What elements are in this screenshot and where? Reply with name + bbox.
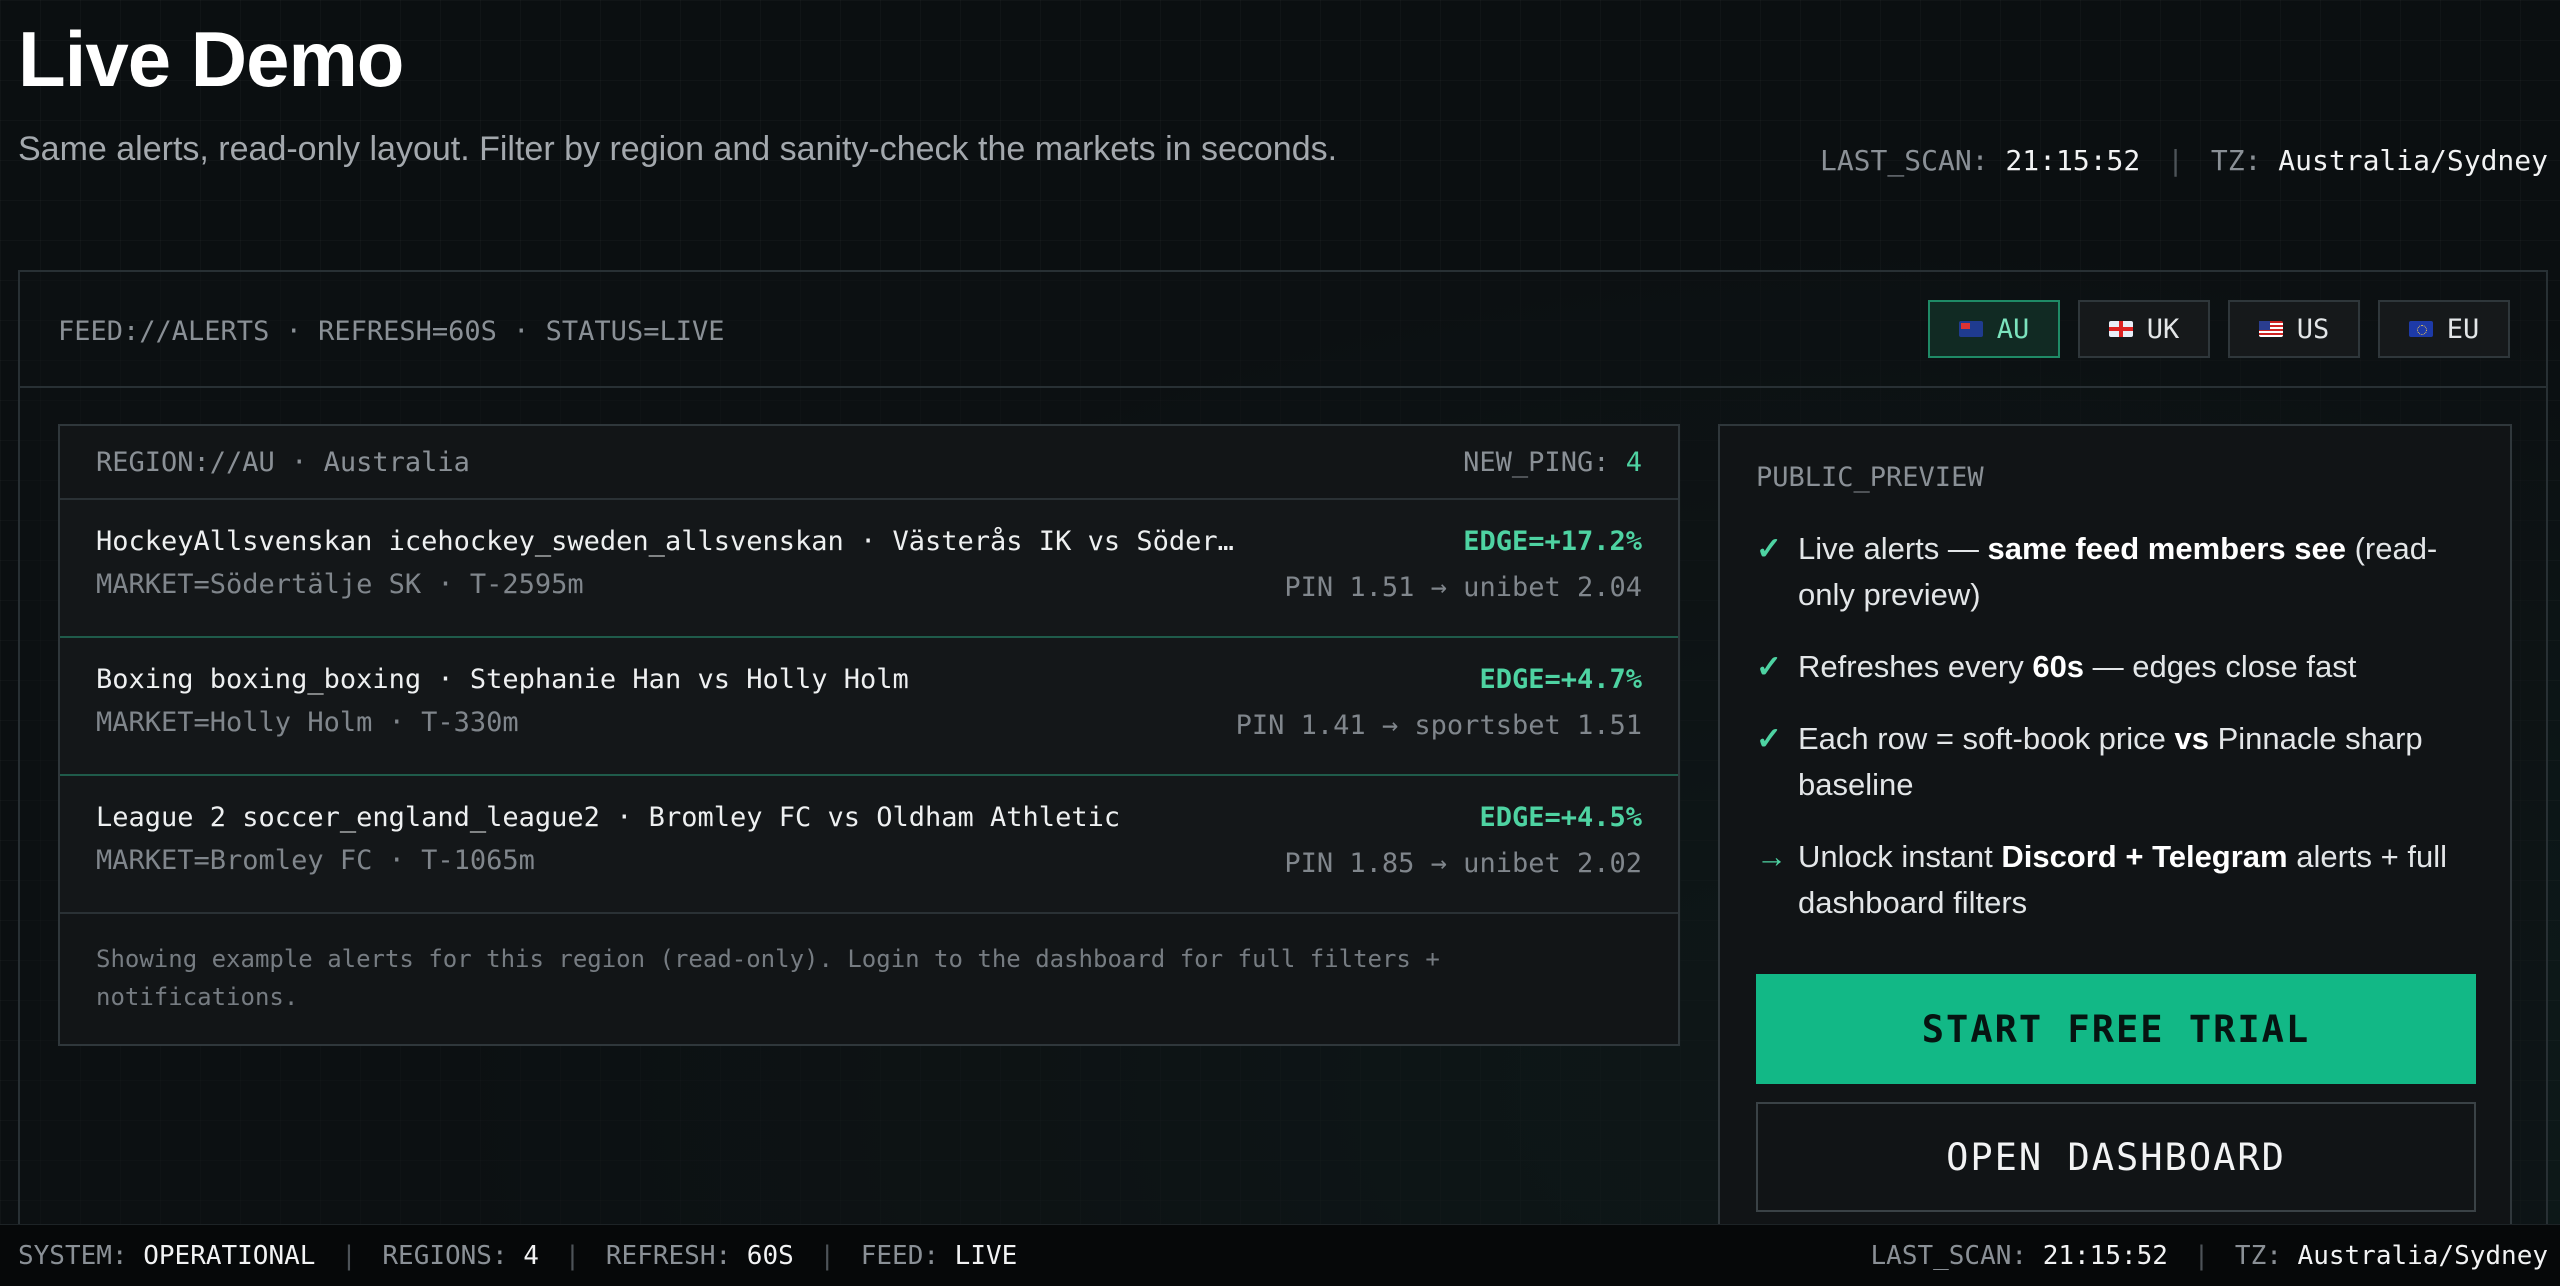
tab-label: AU — [1996, 313, 2030, 345]
start-free-trial-button[interactable]: START FREE TRIAL — [1756, 974, 2476, 1084]
tab-region-eu[interactable]: EU — [2378, 300, 2510, 358]
separator: | — [341, 1240, 357, 1271]
bullet-text: Live alerts — same feed members see (rea… — [1798, 531, 2438, 612]
check-icon: ✓ — [1756, 721, 1782, 756]
alert-edge: EDGE=+4.7% — [1479, 664, 1642, 695]
page-subtitle: Same alerts, read-only layout. Filter by… — [18, 130, 1338, 168]
tz-label: TZ: — [2210, 144, 2262, 177]
refresh-label: REFRESH: — [605, 1240, 732, 1271]
alert-edge: EDGE=+17.2% — [1463, 526, 1642, 557]
new-ping-label: NEW_PING: — [1463, 446, 1610, 478]
open-dashboard-button[interactable]: OPEN DASHBOARD — [1756, 1102, 2476, 1212]
bullet-text: Refreshes every 60s — edges close fast — [1798, 649, 2357, 684]
alerts-list-panel: REGION://AU · Australia NEW_PING: 4 Hock… — [58, 424, 1680, 1046]
region-label: REGION://AU · Australia — [96, 446, 470, 478]
tab-region-uk[interactable]: UK — [2078, 300, 2210, 358]
alert-title: Boxing boxing_boxing · Stephanie Han vs … — [96, 664, 909, 695]
tab-region-au[interactable]: AU — [1928, 300, 2060, 358]
bullet-text: Each row = soft-book price vs Pinnacle s… — [1798, 721, 2423, 802]
alert-price: PIN 1.85 → unibet 2.02 — [1284, 848, 1642, 879]
last-scan-value: 21:15:52 — [2005, 144, 2141, 177]
last-scan-readout: LAST_SCAN: 21:15:52 | TZ: Australia/Sydn… — [1820, 144, 2548, 177]
separator: | — [2193, 1240, 2210, 1271]
live-feed-panel: FEED://ALERTS · REFRESH=60S · STATUS=LIV… — [18, 270, 2548, 1232]
last-scan-label: LAST_SCAN: — [1819, 144, 1989, 177]
separator: | — [564, 1240, 581, 1271]
alert-title: HockeyAllsvenskan icehockey_sweden_allsv… — [96, 526, 1234, 557]
flag-au-icon — [1958, 321, 1983, 337]
preview-bullet: ✓ Each row = soft-book price vs Pinnacle… — [1756, 716, 2476, 808]
preview-label: PUBLIC_PREVIEW — [1756, 462, 1984, 493]
tz-value: Australia/Sydney — [2297, 1240, 2548, 1271]
tz-value: Australia/Sydney — [2278, 144, 2548, 177]
status-bar-left: SYSTEM: OPERATIONAL | REGIONS: 4 | REFRE… — [18, 1241, 1017, 1271]
public-preview-panel: PUBLIC_PREVIEW ✓ Live alerts — same feed… — [1718, 424, 2512, 1232]
tab-label: US — [2296, 313, 2330, 345]
alert-price: PIN 1.51 → unibet 2.04 — [1284, 572, 1642, 603]
alerts-header: REGION://AU · Australia NEW_PING: 4 — [60, 426, 1678, 500]
flag-us-icon — [2258, 321, 2283, 337]
preview-bullet: ✓ Live alerts — same feed members see (r… — [1756, 526, 2476, 618]
alert-row[interactable]: League 2 soccer_england_league2 · Bromle… — [60, 776, 1678, 914]
tab-label: EU — [2446, 313, 2480, 345]
feed-panel-header: FEED://ALERTS · REFRESH=60S · STATUS=LIV… — [20, 272, 2546, 388]
feed-status-line: FEED://ALERTS · REFRESH=60S · STATUS=LIV… — [58, 316, 725, 347]
flag-uk-icon — [2108, 321, 2133, 337]
system-value: OPERATIONAL — [143, 1240, 316, 1271]
bullet-text: Unlock instant Discord + Telegram alerts… — [1798, 839, 2447, 920]
regions-label: REGIONS: — [382, 1240, 508, 1271]
page-title: Live Demo — [18, 15, 404, 103]
system-label: SYSTEM: — [18, 1240, 128, 1271]
feed-value: LIVE — [954, 1240, 1018, 1271]
alert-title: League 2 soccer_england_league2 · Bromle… — [96, 802, 1121, 833]
separator: | — [2167, 144, 2184, 177]
regions-value: 4 — [523, 1240, 539, 1271]
tz-label: TZ: — [2234, 1240, 2282, 1271]
preview-bullets: ✓ Live alerts — same feed members see (r… — [1756, 526, 2476, 952]
feed-label: FEED: — [860, 1240, 940, 1271]
refresh-value: 60S — [746, 1240, 794, 1271]
alert-row[interactable]: Boxing boxing_boxing · Stephanie Han vs … — [60, 638, 1678, 776]
tab-label: UK — [2146, 313, 2180, 345]
check-icon: ✓ — [1756, 649, 1782, 684]
tab-region-us[interactable]: US — [2228, 300, 2360, 358]
status-bar: SYSTEM: OPERATIONAL | REGIONS: 4 | REFRE… — [0, 1224, 2560, 1286]
flag-eu-icon — [2408, 321, 2433, 337]
alert-price: PIN 1.41 → sportsbet 1.51 — [1235, 710, 1642, 741]
last-scan-value: 21:15:52 — [2042, 1240, 2168, 1271]
arrow-right-icon: → — [1756, 839, 1787, 874]
check-icon: ✓ — [1756, 531, 1782, 566]
region-tabs: AU UK US EU — [1928, 300, 2510, 358]
new-ping-counter: NEW_PING: 4 — [1463, 447, 1642, 478]
alerts-footer-note: Showing example alerts for this region (… — [96, 945, 1440, 1011]
alert-edge: EDGE=+4.5% — [1479, 802, 1642, 833]
last-scan-label: LAST_SCAN: — [1870, 1240, 2028, 1271]
preview-bullet: ✓ Refreshes every 60s — edges close fast — [1756, 644, 2476, 690]
preview-bullet: → Unlock instant Discord + Telegram aler… — [1756, 834, 2476, 926]
new-ping-count: 4 — [1625, 446, 1642, 478]
separator: | — [819, 1240, 836, 1271]
alert-row[interactable]: HockeyAllsvenskan icehockey_sweden_allsv… — [60, 500, 1678, 638]
status-bar-right: LAST_SCAN: 21:15:52 | TZ: Australia/Sydn… — [1871, 1241, 2548, 1271]
